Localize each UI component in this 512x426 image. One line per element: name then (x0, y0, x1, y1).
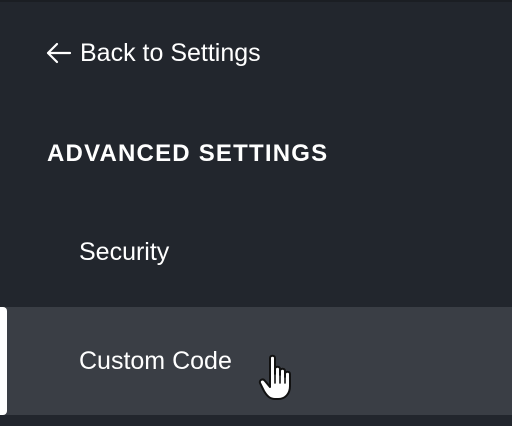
sidebar-item-security[interactable]: Security (0, 198, 512, 306)
settings-sidebar: Back to Settings ADVANCED SETTINGS Secur… (0, 0, 512, 426)
back-to-settings-label: Back to Settings (80, 38, 261, 67)
back-to-settings-link[interactable]: Back to Settings (46, 33, 261, 73)
sidebar-item-label: Security (79, 237, 170, 266)
arrow-left-icon (46, 42, 72, 64)
top-divider (0, 0, 512, 2)
bottom-padding (0, 415, 512, 426)
hand-pointer-icon (258, 352, 298, 404)
sidebar-item-label: Custom Code (79, 346, 232, 375)
active-item-indicator (0, 307, 7, 415)
section-heading: ADVANCED SETTINGS (47, 140, 329, 167)
sidebar-item-custom-code[interactable]: Custom Code (0, 307, 512, 415)
